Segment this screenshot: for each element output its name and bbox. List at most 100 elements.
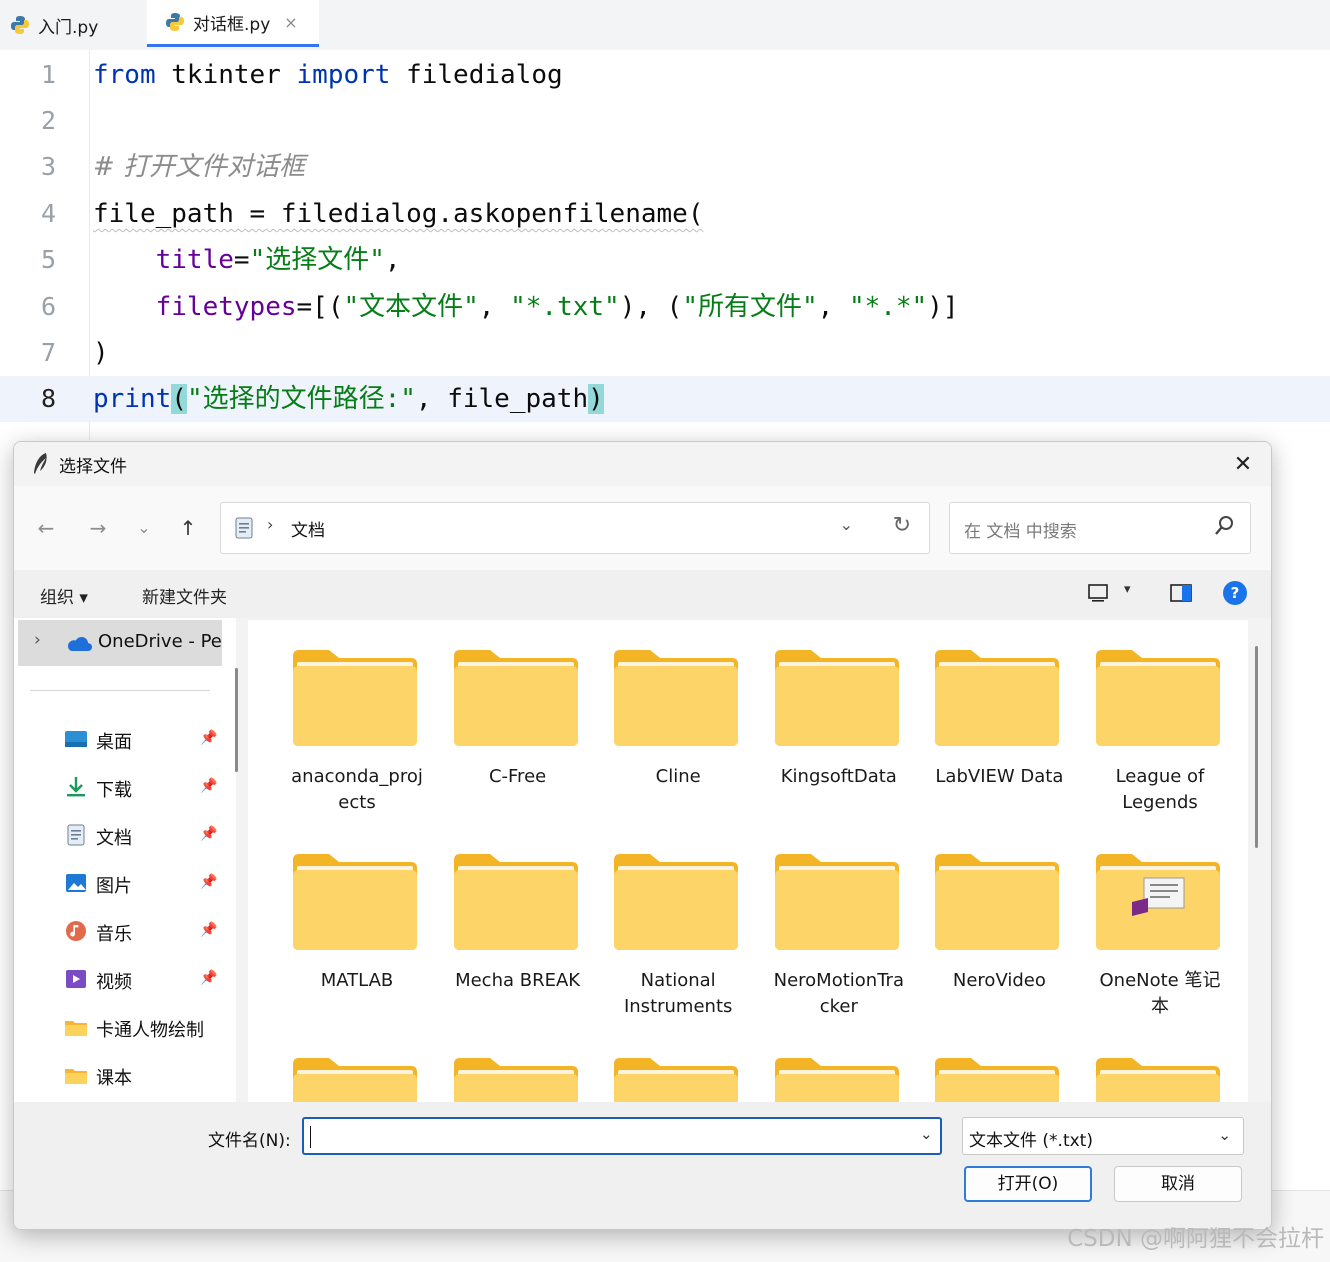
code-line: 1 from tkinter import filedialog — [0, 52, 1330, 98]
dialog-close-button[interactable]: ✕ — [1229, 451, 1257, 479]
tab-dialog-py[interactable]: 对话框.py × — [147, 0, 319, 47]
folder-icon — [293, 1058, 417, 1102]
line-number: 6 — [40, 292, 56, 321]
recent-locations-icon[interactable]: ⌄ — [130, 514, 158, 542]
folder-item[interactable]: MATLAB — [277, 842, 437, 1042]
sidebar-item-pictures[interactable]: 图片 📌 — [64, 864, 224, 904]
folder-item[interactable]: League of Legends — [1080, 638, 1240, 838]
download-icon — [67, 777, 85, 797]
new-folder-button[interactable]: 新建文件夹 — [142, 583, 227, 608]
folder-item[interactable]: KingsoftData — [759, 638, 919, 838]
pin-icon[interactable]: 📌 — [200, 778, 217, 794]
address-dropdown-icon[interactable]: ⌄ — [840, 515, 853, 534]
sidebar-item-cartoon-drawing[interactable]: 卡通人物绘制 — [64, 1008, 224, 1048]
chevron-down-icon[interactable]: ⌄ — [920, 1125, 933, 1143]
organize-menu[interactable]: 组织 ▾ — [40, 583, 88, 608]
pin-icon[interactable]: 📌 — [200, 874, 217, 890]
folder-item[interactable]: anaconda_proj ects — [277, 638, 437, 838]
address-bar[interactable]: › 文档 ⌄ ↻ — [220, 502, 930, 554]
sidebar-item-downloads[interactable]: 下载 📌 — [64, 768, 224, 808]
pin-icon[interactable]: 📌 — [200, 826, 217, 842]
help-icon[interactable]: ? — [1223, 581, 1247, 605]
folder-item-partial[interactable] — [438, 1046, 598, 1102]
pin-icon[interactable]: 📌 — [200, 970, 217, 986]
dialog-titlebar[interactable]: 选择文件 ✕ — [14, 442, 1271, 486]
code-text: from tkinter import filedialog — [93, 60, 563, 90]
sidebar-item-label: 文档 — [96, 828, 132, 849]
sidebar-item-label: OneDrive - Personal — [98, 631, 222, 652]
preview-pane-icon[interactable] — [1170, 584, 1192, 602]
folder-item-partial[interactable] — [277, 1046, 437, 1102]
sidebar-item-label: 课本 — [96, 1068, 132, 1089]
sidebar-item-documents[interactable]: 文档 📌 — [64, 816, 224, 856]
view-mode-icon[interactable] — [1088, 584, 1108, 602]
search-icon — [1215, 516, 1233, 535]
folder-label: Cline — [655, 766, 701, 787]
sidebar-item-label: 音乐 — [96, 924, 132, 945]
back-icon[interactable]: ← — [32, 514, 60, 542]
folder-item[interactable]: National Instruments — [598, 842, 758, 1042]
folder-icon — [453, 1058, 578, 1102]
breadcrumb-location[interactable]: 文档 — [291, 516, 325, 541]
folder-label: LabVIEW Data — [935, 766, 1064, 787]
folder-item-partial[interactable] — [759, 1046, 919, 1102]
folder-item[interactable]: Mecha BREAK — [438, 842, 598, 1042]
cancel-button[interactable]: 取消 — [1114, 1166, 1242, 1202]
pin-icon[interactable]: 📌 — [200, 922, 217, 938]
code-editor[interactable]: 1 from tkinter import filedialog 2 3 # 打… — [0, 50, 1330, 440]
tab-intro-py[interactable]: 入门.py — [10, 0, 130, 50]
content-scrollbar[interactable] — [1255, 646, 1258, 848]
sidebar-item-label: 视频 — [96, 972, 132, 993]
editor-tab-bar: 入门.py 对话框.py × — [0, 0, 1330, 50]
folder-icon — [935, 854, 1060, 950]
sidebar-item-desktop[interactable]: 桌面 📌 — [64, 720, 224, 760]
folder-icon — [65, 1069, 87, 1084]
folder-item-partial[interactable] — [598, 1046, 758, 1102]
refresh-icon[interactable]: ↻ — [893, 513, 911, 538]
folder-icon — [774, 1058, 899, 1102]
open-button[interactable]: 打开(O) — [964, 1166, 1092, 1202]
sidebar-scrollbar[interactable] — [235, 668, 238, 772]
folder-item[interactable]: NeroMotionTra cker — [759, 842, 919, 1042]
folder-icon — [453, 650, 578, 746]
sidebar-item-videos[interactable]: 视频 📌 — [64, 960, 224, 1000]
pin-icon[interactable]: 📌 — [200, 730, 217, 746]
sidebar-item-label: 桌面 — [96, 732, 132, 753]
python-file-icon — [11, 16, 29, 34]
folder-label: Mecha BREAK — [455, 970, 581, 991]
watermark: CSDN @啊阿狸不会拉杆 — [1067, 1226, 1324, 1252]
line-number: 5 — [40, 245, 56, 274]
text-caret — [310, 1126, 311, 1148]
dialog-footer: 文件名(N): ⌄ 文本文件 (*.txt) ⌄ 打开(O) 取消 — [14, 1102, 1271, 1229]
up-arrow-icon[interactable]: ↑ — [174, 514, 202, 542]
search-box[interactable]: 在 文档 中搜索 — [949, 502, 1251, 554]
close-icon[interactable]: × — [284, 13, 297, 32]
python-file-icon — [166, 13, 184, 31]
sidebar-item-textbook[interactable]: 课本 — [64, 1056, 224, 1096]
filetype-select[interactable]: 文本文件 (*.txt) ⌄ — [962, 1117, 1244, 1155]
sidebar-item-label: 下载 — [96, 780, 132, 801]
sidebar-item-music[interactable]: 音乐 📌 — [64, 912, 224, 952]
chevron-right-icon[interactable]: › — [34, 630, 41, 650]
folder-label: C-Free — [488, 766, 547, 787]
view-dropdown-icon[interactable]: ▾ — [1124, 582, 1131, 597]
folder-item[interactable]: OneNote 笔记本 — [1080, 842, 1240, 1042]
command-bar: 组织 ▾ 新建文件夹 ▾ ? — [14, 570, 1271, 618]
folder-item[interactable]: C-Free — [438, 638, 598, 838]
sidebar-item-onedrive[interactable]: › OneDrive - Personal — [18, 620, 222, 666]
chevron-down-icon[interactable]: ⌄ — [1218, 1126, 1231, 1144]
folder-item[interactable]: LabVIEW Data — [919, 638, 1079, 838]
code-line: 7 ) — [0, 330, 1330, 376]
open-file-dialog: 选择文件 ✕ ← → ⌄ ↑ › 文档 ⌄ ↻ 在 文档 中搜索 组织 ▾ 新建… — [13, 441, 1272, 1230]
folder-item-partial[interactable] — [919, 1046, 1079, 1102]
line-number: 4 — [40, 199, 56, 228]
folder-item-partial[interactable] — [1080, 1046, 1240, 1102]
filename-input[interactable] — [302, 1117, 942, 1155]
folder-item[interactable]: NeroVideo — [919, 842, 1079, 1042]
navigation-pane: › OneDrive - Personal 桌面 📌 下载 📌 文档 📌 图片 … — [14, 618, 236, 1102]
forward-icon[interactable]: → — [84, 514, 112, 542]
breadcrumb-separator[interactable]: › — [267, 515, 273, 534]
folder-label: MATLAB — [320, 970, 394, 991]
folder-item[interactable]: Cline — [598, 638, 758, 838]
search-placeholder: 在 文档 中搜索 — [964, 522, 1077, 542]
